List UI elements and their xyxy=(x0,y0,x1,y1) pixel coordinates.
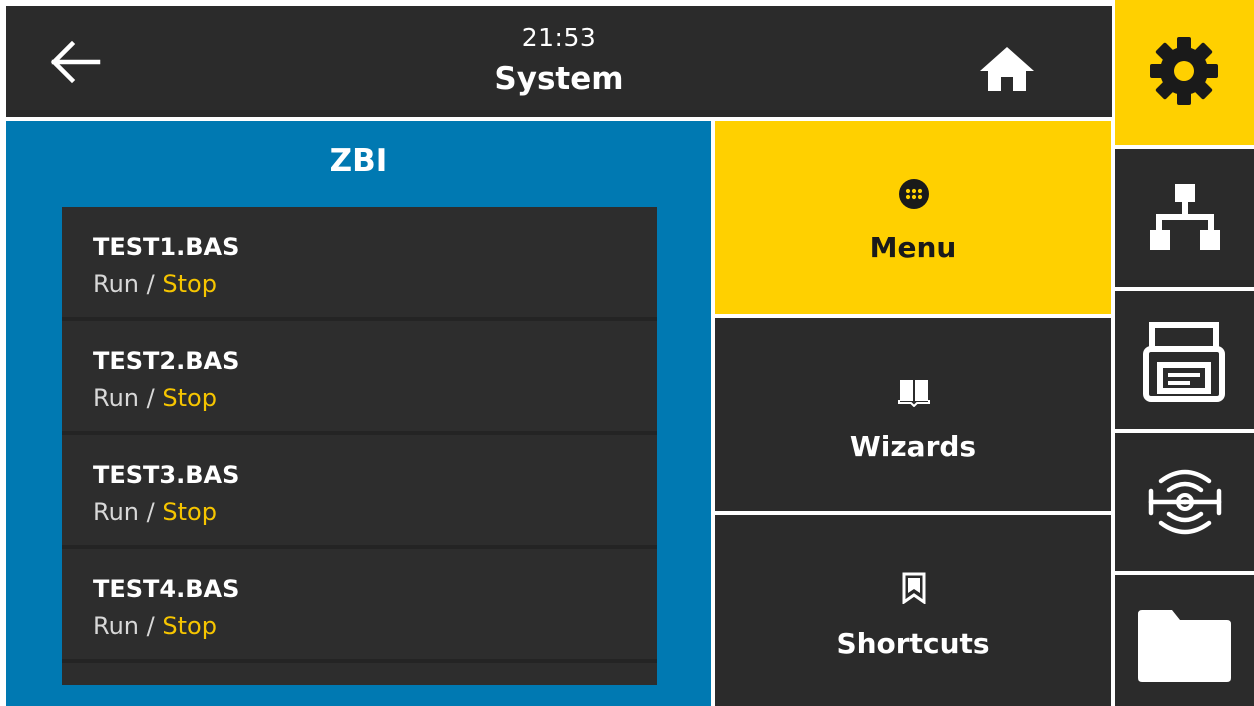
wizards-label: Wizards xyxy=(849,430,977,463)
action-separator: / xyxy=(139,270,163,298)
rfid-icon xyxy=(1148,469,1222,535)
header-bar: 21:53 System xyxy=(6,6,1112,117)
menu-grid-icon xyxy=(899,179,929,209)
run-link[interactable]: Run xyxy=(93,612,139,640)
shortcuts-button[interactable]: Shortcuts xyxy=(715,515,1111,706)
stop-link[interactable]: Stop xyxy=(162,270,217,298)
program-row[interactable]: TEST3.BAS Run / Stop xyxy=(62,435,657,549)
stop-link[interactable]: Stop xyxy=(162,612,217,640)
folder-icon xyxy=(1138,610,1231,682)
zbi-program-list: TEST1.BAS Run / Stop TEST2.BAS Run / Sto… xyxy=(62,207,657,685)
printer-icon xyxy=(1143,322,1225,402)
network-icon xyxy=(1150,184,1220,250)
stop-link[interactable]: Stop xyxy=(162,498,217,526)
program-name: TEST4.BAS xyxy=(93,575,240,603)
zbi-title: ZBI xyxy=(329,143,388,179)
gear-icon xyxy=(1150,37,1218,105)
printer-screen: 21:53 System ZBI TEST1.BAS Run / Stop TE… xyxy=(0,0,1254,706)
program-actions: Run / Stop xyxy=(93,270,217,298)
program-actions: Run / Stop xyxy=(93,612,217,640)
program-actions: Run / Stop xyxy=(93,498,217,526)
row-divider xyxy=(62,659,657,663)
run-link[interactable]: Run xyxy=(93,270,139,298)
home-icon xyxy=(980,47,1034,91)
menu-label: Menu xyxy=(869,231,957,264)
menu-button[interactable]: Menu xyxy=(715,121,1111,314)
program-name: TEST1.BAS xyxy=(93,233,240,261)
action-separator: / xyxy=(139,384,163,412)
clock-time: 21:53 xyxy=(521,23,597,52)
storage-tab[interactable] xyxy=(1115,575,1254,706)
run-link[interactable]: Run xyxy=(93,384,139,412)
program-row[interactable]: TEST2.BAS Run / Stop xyxy=(62,321,657,435)
action-separator: / xyxy=(139,498,163,526)
print-tab[interactable] xyxy=(1115,291,1254,429)
program-row[interactable]: TEST4.BAS Run / Stop xyxy=(62,549,657,663)
home-button[interactable] xyxy=(978,44,1036,94)
wizards-button[interactable]: Wizards xyxy=(715,318,1111,511)
shortcuts-label: Shortcuts xyxy=(836,627,990,660)
network-tab[interactable] xyxy=(1115,149,1254,287)
program-row[interactable]: TEST1.BAS Run / Stop xyxy=(62,207,657,321)
bookmark-icon xyxy=(902,572,926,604)
settings-tab[interactable] xyxy=(1115,0,1254,145)
program-name: TEST3.BAS xyxy=(93,461,240,489)
run-link[interactable]: Run xyxy=(93,498,139,526)
book-icon xyxy=(898,380,930,407)
page-title: System xyxy=(494,61,624,97)
zbi-panel: ZBI TEST1.BAS Run / Stop TEST2.BAS Run /… xyxy=(6,121,711,706)
program-actions: Run / Stop xyxy=(93,384,217,412)
action-separator: / xyxy=(139,612,163,640)
stop-link[interactable]: Stop xyxy=(162,384,217,412)
rfid-tab[interactable] xyxy=(1115,433,1254,571)
program-name: TEST2.BAS xyxy=(93,347,240,375)
